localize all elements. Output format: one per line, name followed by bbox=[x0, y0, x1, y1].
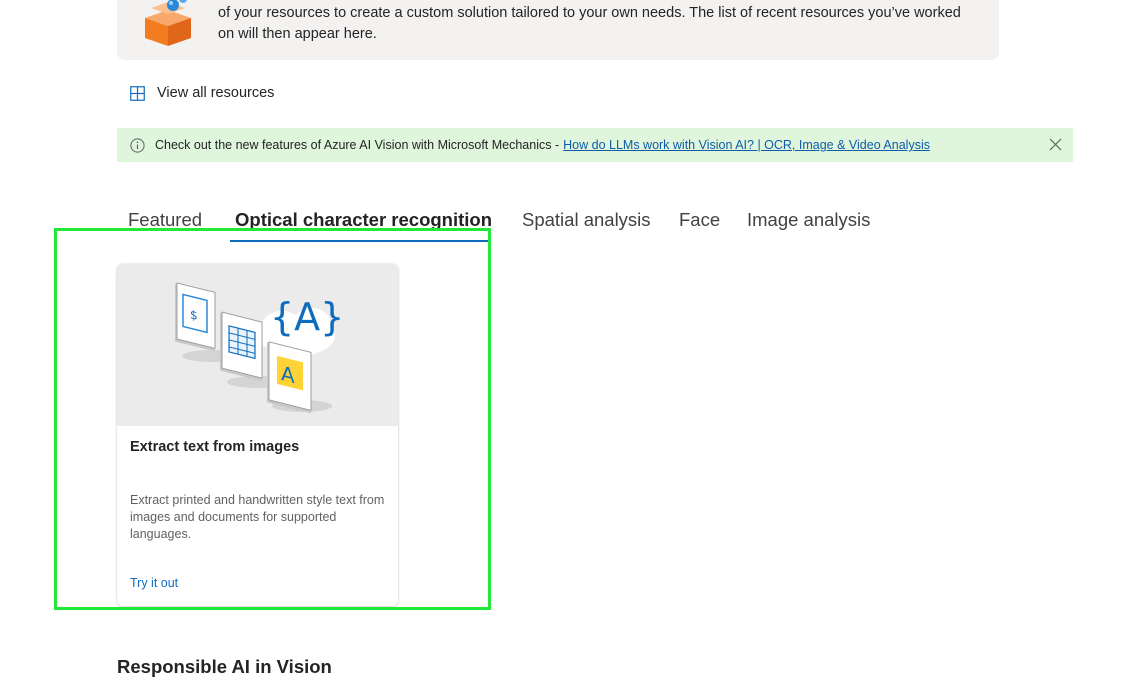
svg-text:A: A bbox=[281, 361, 295, 388]
try-it-out-link[interactable]: Try it out bbox=[130, 576, 178, 590]
box-illustration-icon bbox=[145, 0, 191, 46]
tab-optical-character-recognition[interactable]: Optical character recognition bbox=[235, 205, 492, 235]
tab-face[interactable]: Face bbox=[679, 205, 720, 235]
empty-resources-text: of your resources to create a custom sol… bbox=[218, 3, 988, 45]
tab-featured[interactable]: Featured bbox=[128, 205, 202, 235]
empty-resources-line-2: on will then appear here. bbox=[218, 26, 377, 42]
page: of your resources to create a custom sol… bbox=[0, 0, 1130, 691]
active-tab-indicator bbox=[230, 240, 488, 242]
empty-resources-line-1: of your resources to create a custom sol… bbox=[218, 5, 961, 21]
view-all-resources-label: View all resources bbox=[157, 85, 275, 101]
empty-resources-card: of your resources to create a custom sol… bbox=[117, 0, 999, 60]
message-bar-link[interactable]: How do LLMs work with Vision AI? | OCR, … bbox=[563, 138, 930, 152]
svg-text:{A}: {A} bbox=[270, 295, 344, 339]
close-icon[interactable] bbox=[1049, 138, 1062, 151]
svg-text:$: $ bbox=[190, 307, 198, 323]
card-description: Extract printed and handwritten style te… bbox=[130, 493, 385, 541]
message-bar: Check out the new features of Azure AI V… bbox=[117, 128, 1073, 162]
section-title-responsible-ai: Responsible AI in Vision bbox=[117, 656, 332, 677]
tab-image-analysis[interactable]: Image analysis bbox=[747, 205, 870, 235]
message-bar-text: Check out the new features of Azure AI V… bbox=[155, 138, 560, 152]
grid-icon bbox=[130, 85, 145, 101]
card-title: Extract text from images bbox=[130, 439, 300, 455]
feature-card-extract-text[interactable]: {A} $ A Extract text from images Extract… bbox=[117, 264, 398, 606]
view-all-resources-link[interactable]: View all resources bbox=[130, 82, 274, 104]
tab-spatial-analysis[interactable]: Spatial analysis bbox=[522, 205, 651, 235]
info-icon bbox=[130, 137, 145, 153]
ocr-illustration-icon: {A} $ A bbox=[117, 264, 398, 426]
